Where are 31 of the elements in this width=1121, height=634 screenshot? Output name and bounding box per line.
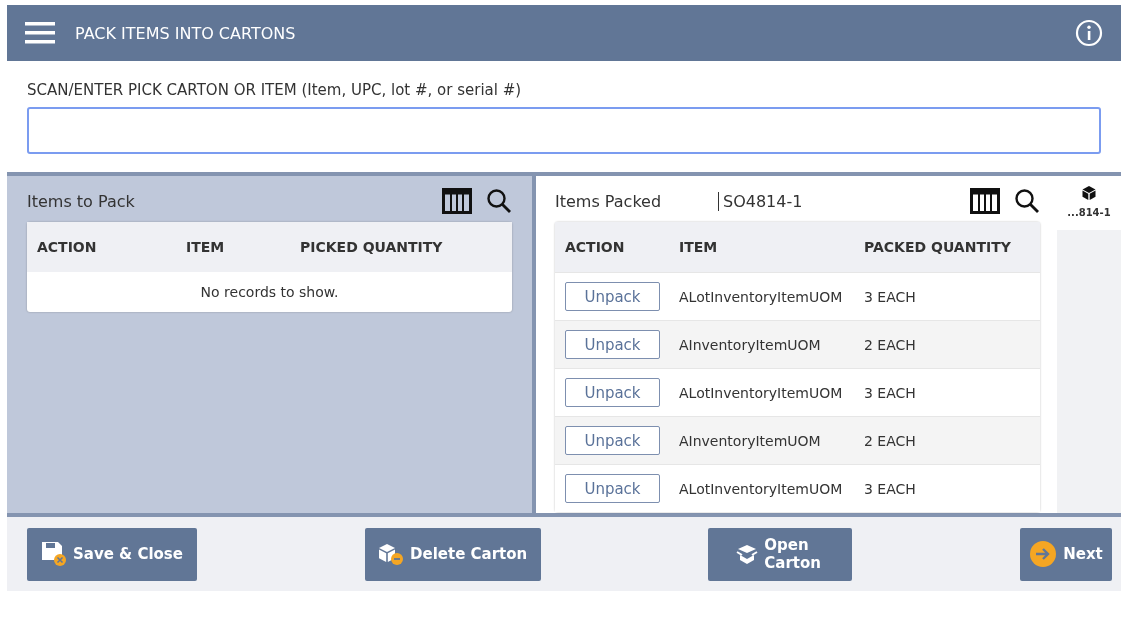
unpack-button[interactable]: Unpack xyxy=(565,282,660,311)
unpack-button[interactable]: Unpack xyxy=(565,378,660,407)
carton-number: SO4814-1 xyxy=(718,191,970,211)
column-header: ITEM xyxy=(679,239,719,255)
table-cell-text: 3 EACH xyxy=(864,288,917,305)
panel-title: Items to Pack xyxy=(27,191,136,211)
table-cell-text: AInventoryItemUOM xyxy=(679,336,822,353)
table-cell-text: AInventoryItemUOM xyxy=(679,432,822,449)
unpack-button[interactable]: Unpack xyxy=(565,426,660,455)
field-label: SCAN/ENTER PICK CARTON OR ITEM (Item, UPC, lot #, or serial #) xyxy=(27,81,523,99)
empty-message: No records to show. xyxy=(199,283,340,302)
open-button[interactable]: Open Carton xyxy=(708,527,853,581)
table-cell-text: ALotInventoryItemUOM xyxy=(679,480,844,497)
column-header: ACTION xyxy=(37,239,98,255)
table-cell-text: 2 EACH xyxy=(864,432,917,449)
table-cell-text: 3 EACH xyxy=(864,384,917,401)
column-header: ACTION xyxy=(565,239,626,255)
column-header: PICKED QUANTITY xyxy=(300,239,444,255)
table-cell-text: 3 EACH xyxy=(864,480,917,497)
next-button[interactable]: Next xyxy=(1019,527,1112,581)
table-cell-text: 2 EACH xyxy=(864,336,917,353)
table-cell-text: ALotInventoryItemUOM xyxy=(679,384,844,401)
page-title: PACK ITEMS INTO CARTONS xyxy=(75,23,297,43)
unpack-button[interactable]: Unpack xyxy=(565,330,660,359)
column-header: ITEM xyxy=(186,239,226,255)
save-button[interactable]: Save & Close xyxy=(27,527,197,581)
panel-title: Items Packed xyxy=(555,191,663,211)
table-cell-text: ALotInventoryItemUOM xyxy=(679,288,844,305)
column-header: PACKED QUANTITY xyxy=(864,239,1012,255)
delete-button[interactable]: Delete Carton xyxy=(364,527,541,581)
unpack-button[interactable]: Unpack xyxy=(565,474,660,503)
